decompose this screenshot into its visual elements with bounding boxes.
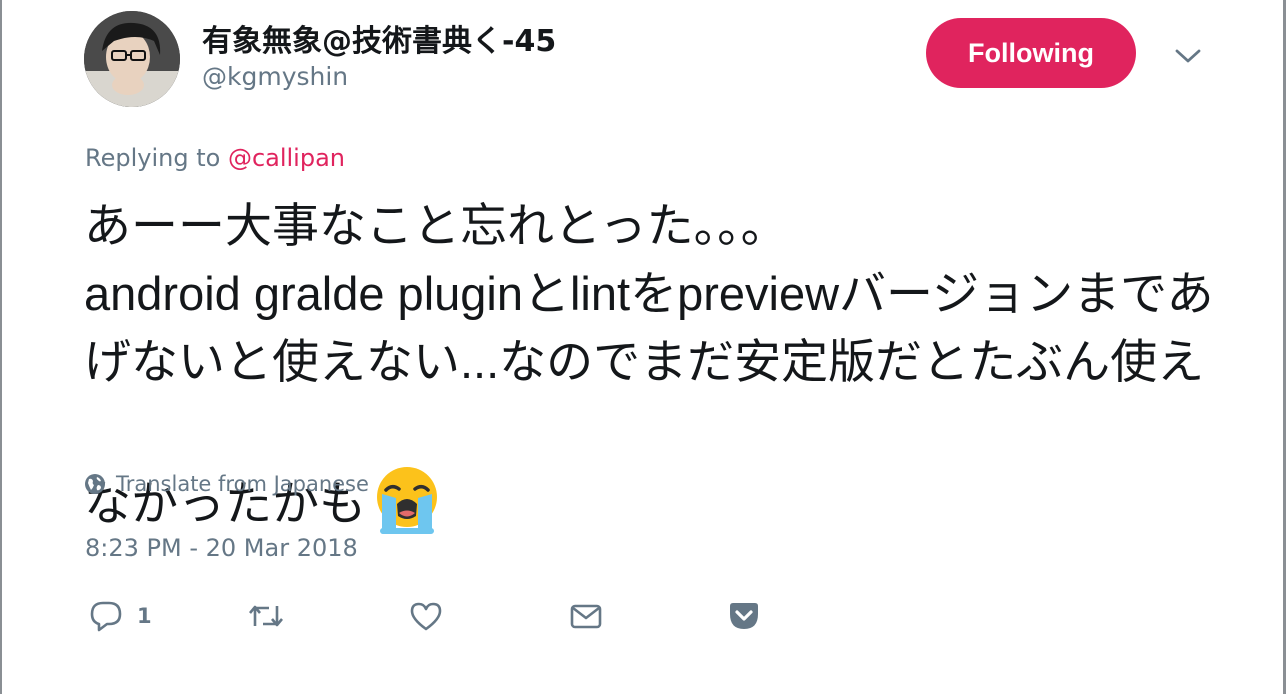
tweet-timestamp[interactable]: 8:23 PM - 20 Mar 2018 [85, 534, 358, 562]
loudly-crying-face-icon [372, 396, 442, 534]
translate-link[interactable]: Translate from Japanese [84, 472, 369, 496]
direct-message-button[interactable] [569, 596, 603, 636]
envelope-icon [570, 604, 602, 629]
window-left-edge [0, 0, 2, 694]
reply-mention-link[interactable]: @callipan [228, 144, 345, 172]
following-button[interactable]: Following [926, 18, 1136, 88]
reply-count: 1 [137, 604, 152, 628]
pocket-icon [730, 603, 758, 629]
globe-icon [85, 474, 105, 494]
retweet-button[interactable] [247, 596, 285, 636]
translate-label[interactable]: Translate from Japanese [116, 472, 369, 496]
heart-icon [410, 602, 442, 631]
user-handle[interactable]: @kgmyshin [202, 62, 348, 91]
reply-icon [90, 601, 122, 632]
pocket-button[interactable] [727, 596, 761, 636]
replying-to-prefix: Replying to [85, 144, 228, 172]
avatar[interactable] [84, 11, 180, 107]
retweet-icon [249, 605, 283, 627]
reply-button[interactable]: 1 [89, 596, 152, 636]
tweet-actions: 1 [0, 596, 1286, 640]
replying-to: Replying to @callipan [85, 144, 345, 172]
like-button[interactable] [409, 596, 443, 636]
chevron-down-icon[interactable] [1172, 40, 1204, 72]
display-name[interactable]: 有象無象@技術書典く-45 [202, 16, 556, 60]
